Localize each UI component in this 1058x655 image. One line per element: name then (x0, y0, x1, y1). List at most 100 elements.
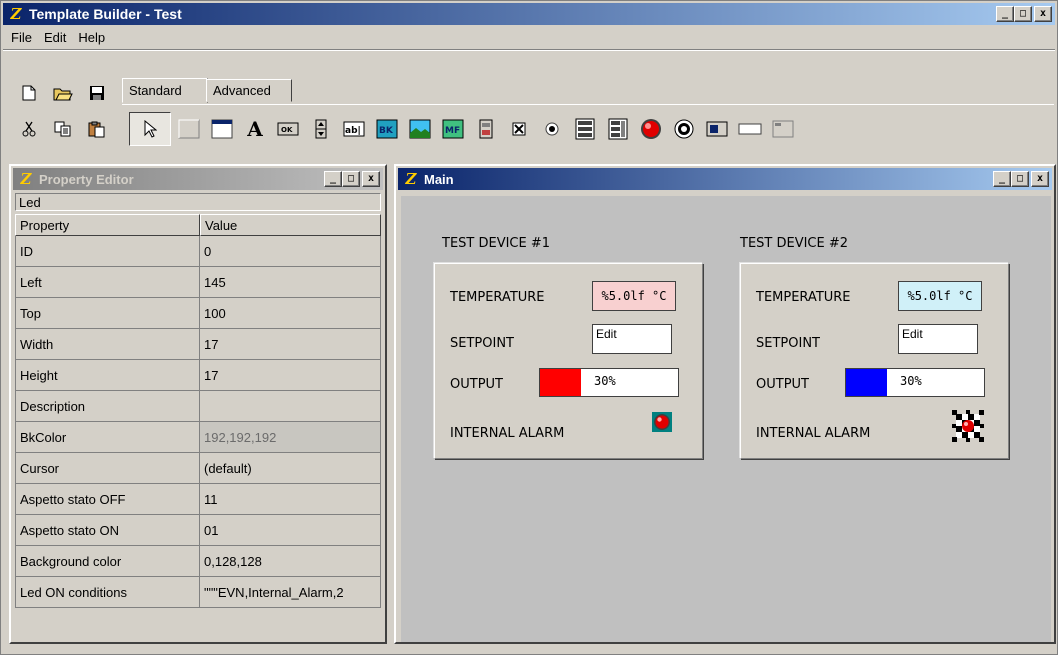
menu-bar: File Edit Help (5, 27, 111, 47)
property-name: Width (15, 329, 200, 360)
main-canvas: TEST DEVICE #1 TEMPERATURE %5.0lf °C SET… (401, 196, 1051, 642)
property-value[interactable]: """EVN,Internal_Alarm,2 (200, 577, 381, 608)
property-row[interactable]: BkColor 192,192,192 (15, 422, 381, 453)
property-row[interactable]: Led ON conditions """EVN,Internal_Alarm,2 (15, 577, 381, 608)
gauge-tool-icon[interactable] (474, 117, 498, 141)
main-maximize-button[interactable]: □ (1011, 171, 1029, 187)
device2-alarm-label: INTERNAL ALARM (756, 426, 871, 441)
property-name: Background color (15, 546, 200, 577)
save-icon[interactable] (87, 83, 107, 103)
tab-standard[interactable]: Standard (122, 78, 208, 103)
svg-text:ab|: ab| (345, 126, 361, 136)
property-value[interactable]: 192,192,192 (200, 422, 381, 453)
device2-alarm-led-selected-icon[interactable] (952, 410, 984, 442)
device1-alarm-led-icon[interactable] (652, 412, 672, 432)
image-button-tool-icon[interactable] (705, 117, 729, 141)
window-tool-icon[interactable] (771, 117, 795, 141)
image-tool-icon[interactable] (408, 117, 432, 141)
text-tool-icon[interactable]: A (243, 117, 267, 141)
device1-setpoint-input[interactable]: Edit (592, 324, 672, 354)
property-row[interactable]: Aspetto stato OFF 11 (15, 484, 381, 515)
progressbar-tool-icon[interactable] (738, 117, 762, 141)
open-folder-icon[interactable] (53, 83, 73, 103)
device1-temperature-label: TEMPERATURE (450, 290, 545, 305)
combobox-tool-icon[interactable] (606, 117, 630, 141)
close-button[interactable]: x (1034, 6, 1052, 22)
checkbox-tool-icon[interactable] (507, 117, 531, 141)
property-row[interactable]: Height 17 (15, 360, 381, 391)
maximize-button[interactable]: □ (1014, 6, 1032, 22)
svg-text:MF: MF (445, 126, 460, 136)
device2-panel: TEMPERATURE %5.0lf °C SETPOINT Edit OUTP… (740, 263, 1009, 459)
spin-tool-icon[interactable] (309, 117, 333, 141)
property-value[interactable] (200, 391, 381, 422)
property-value[interactable]: 17 (200, 360, 381, 391)
property-row[interactable]: Aspetto stato ON 01 (15, 515, 381, 546)
device2-setpoint-label: SETPOINT (756, 336, 820, 351)
copy-icon[interactable] (53, 119, 73, 139)
property-value[interactable]: 100 (200, 298, 381, 329)
property-row[interactable]: Cursor (default) (15, 453, 381, 484)
main-minimize-button[interactable]: _ (993, 171, 1011, 187)
button-tool-icon[interactable]: OK (276, 117, 300, 141)
menu-help[interactable]: Help (72, 30, 111, 45)
property-rows: ID 0 Left 145 Top 100 Width 17 Height 17 Descripti… (15, 236, 381, 608)
listbox-tool-icon[interactable] (573, 117, 597, 141)
indicator-tool-icon[interactable] (672, 117, 696, 141)
property-name: BkColor (15, 422, 200, 453)
pointer-tool-icon[interactable] (129, 112, 171, 146)
property-name: Left (15, 267, 200, 298)
app-titlebar[interactable]: Z Template Builder - Test _ □ x (3, 3, 1055, 25)
component-palette: A OK ab| BK MF (129, 112, 804, 146)
panel-tool-icon[interactable] (177, 117, 201, 141)
property-name: Height (15, 360, 200, 391)
property-editor-titlebar[interactable]: Z Property Editor _ □ x (13, 168, 383, 190)
property-row[interactable]: Background color 0,128,128 (15, 546, 381, 577)
property-editor-window-controls: _ □ x (324, 171, 380, 187)
property-row[interactable]: Left 145 (15, 267, 381, 298)
device2-output-label: OUTPUT (756, 377, 809, 392)
cut-icon[interactable] (19, 119, 39, 139)
column-header-property[interactable]: Property (15, 214, 200, 236)
radio-tool-icon[interactable] (540, 117, 564, 141)
new-file-icon[interactable] (19, 83, 39, 103)
property-value[interactable]: 01 (200, 515, 381, 546)
property-value[interactable]: 11 (200, 484, 381, 515)
minimize-button[interactable]: _ (996, 6, 1014, 22)
property-value[interactable]: 145 (200, 267, 381, 298)
app-logo-icon: Z (10, 5, 22, 23)
main-close-button[interactable]: x (1031, 171, 1049, 187)
property-name: Cursor (15, 453, 200, 484)
main-titlebar[interactable]: Z Main _ □ x (398, 168, 1052, 190)
property-editor-close-button[interactable]: x (362, 171, 380, 187)
menu-file[interactable]: File (5, 30, 38, 45)
property-editor-logo-icon: Z (20, 170, 32, 188)
property-row[interactable]: Top 100 (15, 298, 381, 329)
property-value[interactable]: 17 (200, 329, 381, 360)
property-editor-title: Property Editor (39, 171, 134, 187)
property-value[interactable]: 0 (200, 236, 381, 267)
led-tool-icon[interactable] (639, 117, 663, 141)
device2-setpoint-input[interactable]: Edit (898, 324, 978, 354)
property-editor-maximize-button[interactable]: □ (342, 171, 360, 187)
menu-edit[interactable]: Edit (38, 30, 72, 45)
paste-icon[interactable] (87, 119, 107, 139)
device2-output-fill (846, 369, 888, 396)
device2-output-bar: 30% (845, 368, 985, 397)
property-value[interactable]: (default) (200, 453, 381, 484)
property-value[interactable]: 0,128,128 (200, 546, 381, 577)
property-name: Description (15, 391, 200, 422)
frame-tool-icon[interactable] (210, 117, 234, 141)
bitmap-bk-tool-icon[interactable]: BK (375, 117, 399, 141)
property-row[interactable]: Description (15, 391, 381, 422)
app-window-controls: _ □ x (996, 6, 1052, 22)
bitmap-mf-tool-icon[interactable]: MF (441, 117, 465, 141)
device1-output-value: 30% (594, 374, 616, 388)
tab-advanced[interactable]: Advanced (206, 79, 292, 102)
editbox-tool-icon[interactable]: ab| (342, 117, 366, 141)
column-header-value[interactable]: Value (200, 214, 381, 236)
property-editor-minimize-button[interactable]: _ (324, 171, 342, 187)
property-row[interactable]: Width 17 (15, 329, 381, 360)
property-row[interactable]: ID 0 (15, 236, 381, 267)
device1-output-fill (540, 369, 582, 396)
